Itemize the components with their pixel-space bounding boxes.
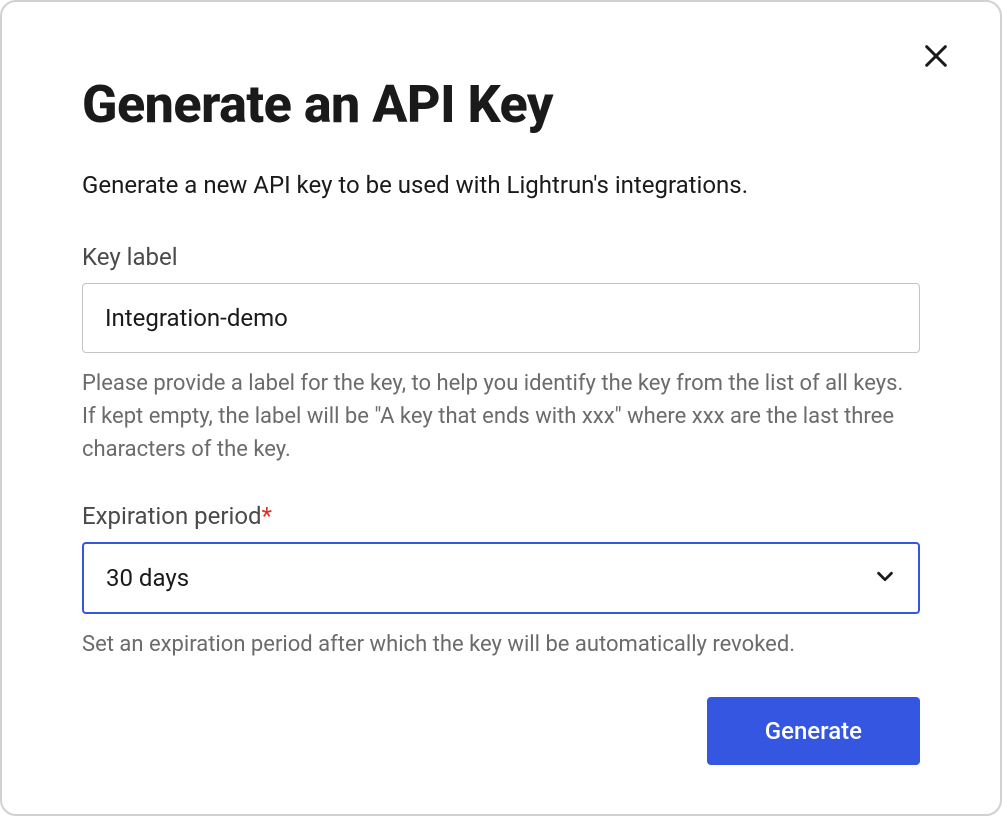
- key-label-field: Key label Please provide a label for the…: [82, 243, 920, 466]
- close-button[interactable]: [916, 38, 956, 78]
- expiration-select-wrapper: 30 days: [82, 542, 920, 614]
- key-label-input[interactable]: [82, 283, 920, 353]
- expiration-label-text: Expiration period: [82, 502, 262, 530]
- modal-description: Generate a new API key to be used with L…: [82, 171, 920, 199]
- close-icon: [922, 42, 950, 74]
- required-asterisk: *: [262, 502, 272, 530]
- expiration-label: Expiration period*: [82, 502, 920, 530]
- expiration-help: Set an expiration period after which the…: [82, 628, 920, 661]
- modal-footer: Generate: [82, 697, 920, 765]
- key-label-label: Key label: [82, 243, 920, 271]
- expiration-select[interactable]: 30 days: [82, 542, 920, 614]
- expiration-field: Expiration period* 30 days Set an expira…: [82, 502, 920, 661]
- key-label-help: Please provide a label for the key, to h…: [82, 367, 920, 466]
- generate-api-key-modal: Generate an API Key Generate a new API k…: [0, 0, 1002, 816]
- modal-title: Generate an API Key: [82, 74, 920, 135]
- generate-button[interactable]: Generate: [707, 697, 920, 765]
